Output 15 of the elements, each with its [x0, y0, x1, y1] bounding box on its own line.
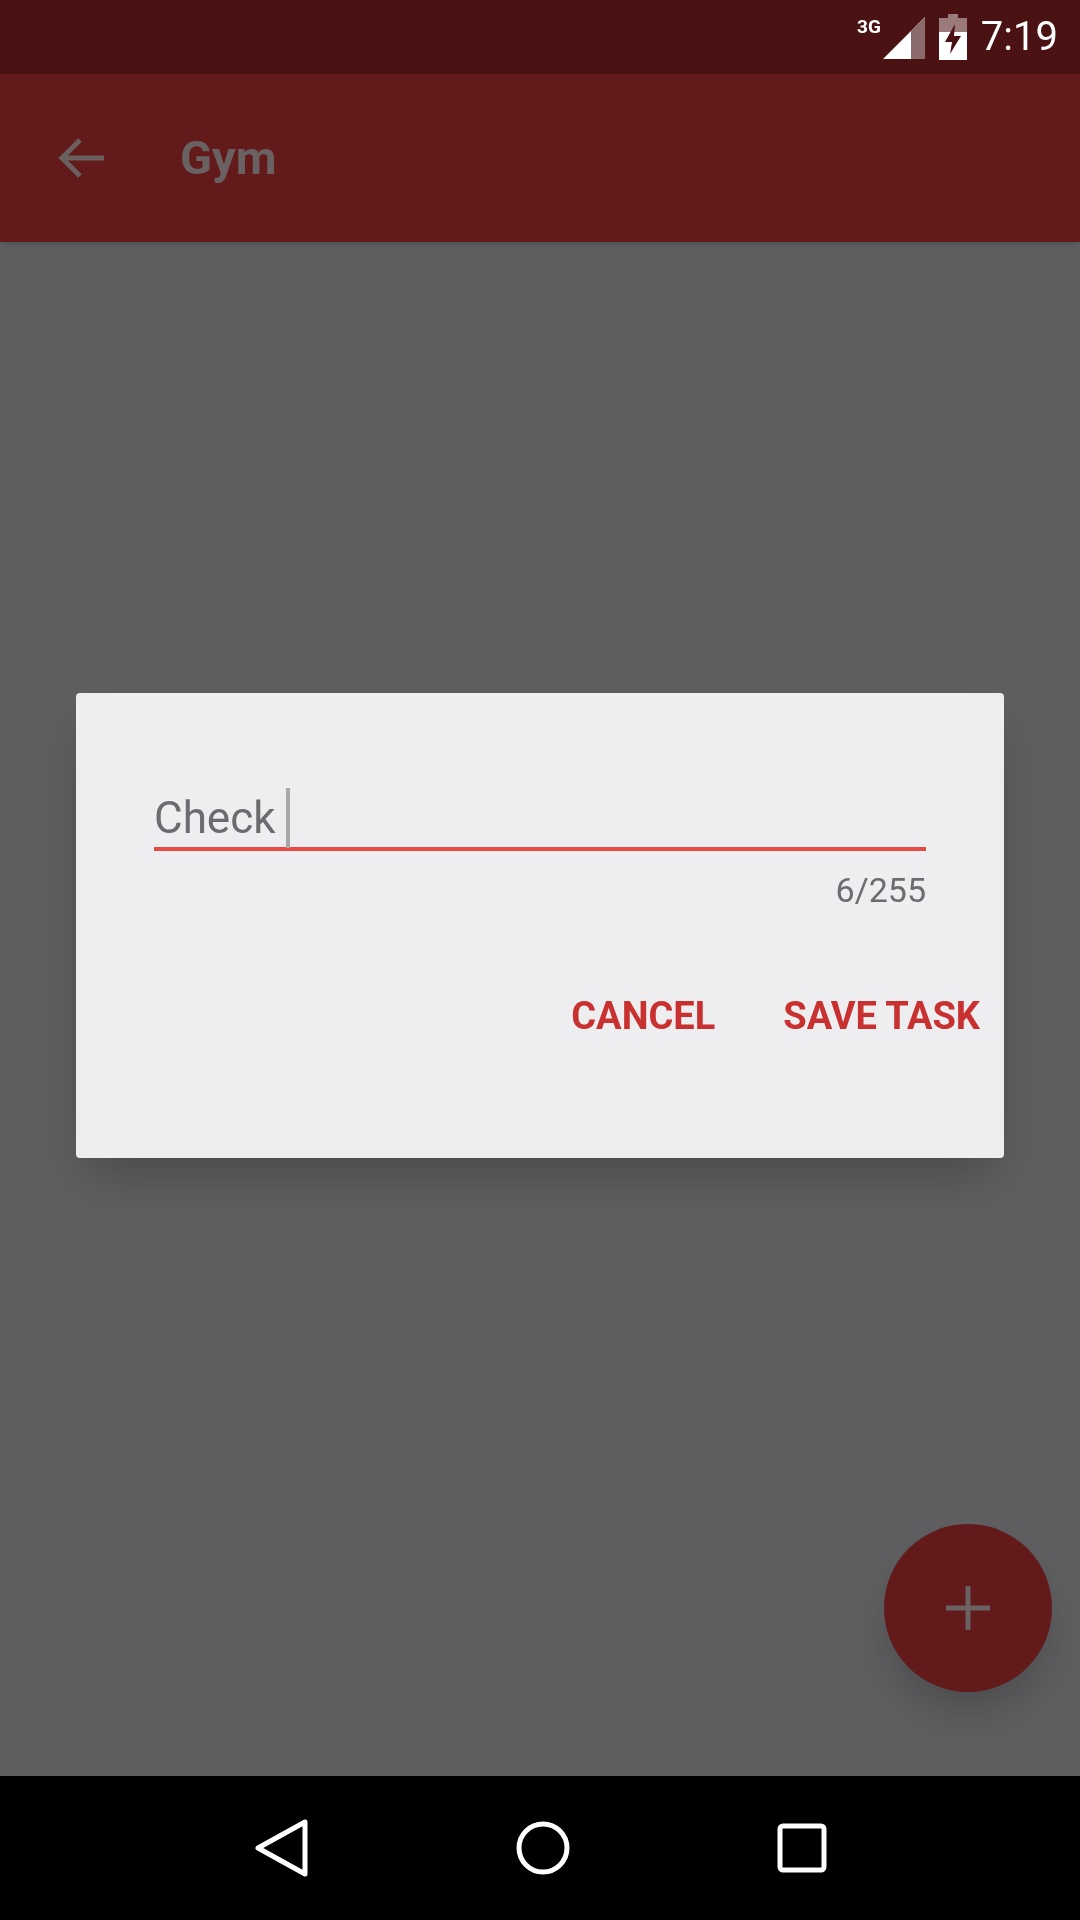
task-input-field[interactable]: Check: [154, 789, 926, 851]
recents-square-icon[interactable]: [776, 1823, 827, 1873]
battery-charging-icon: [938, 14, 967, 60]
home-circle-icon[interactable]: [516, 1821, 570, 1875]
back-triangle-icon[interactable]: [253, 1818, 310, 1878]
clock-time: 7:19: [980, 17, 1058, 57]
text-cursor: [285, 788, 290, 848]
character-counter: 6/255: [835, 873, 926, 907]
back-arrow-icon: [58, 138, 106, 178]
input-text: Check: [154, 796, 276, 840]
app-bar-title: Gym: [180, 128, 277, 187]
cancel-button[interactable]: CANCEL: [555, 989, 732, 1043]
plus-icon: [946, 1586, 990, 1630]
network-type: 3G: [857, 17, 881, 36]
save-task-button[interactable]: SAVE TASK: [767, 989, 996, 1043]
